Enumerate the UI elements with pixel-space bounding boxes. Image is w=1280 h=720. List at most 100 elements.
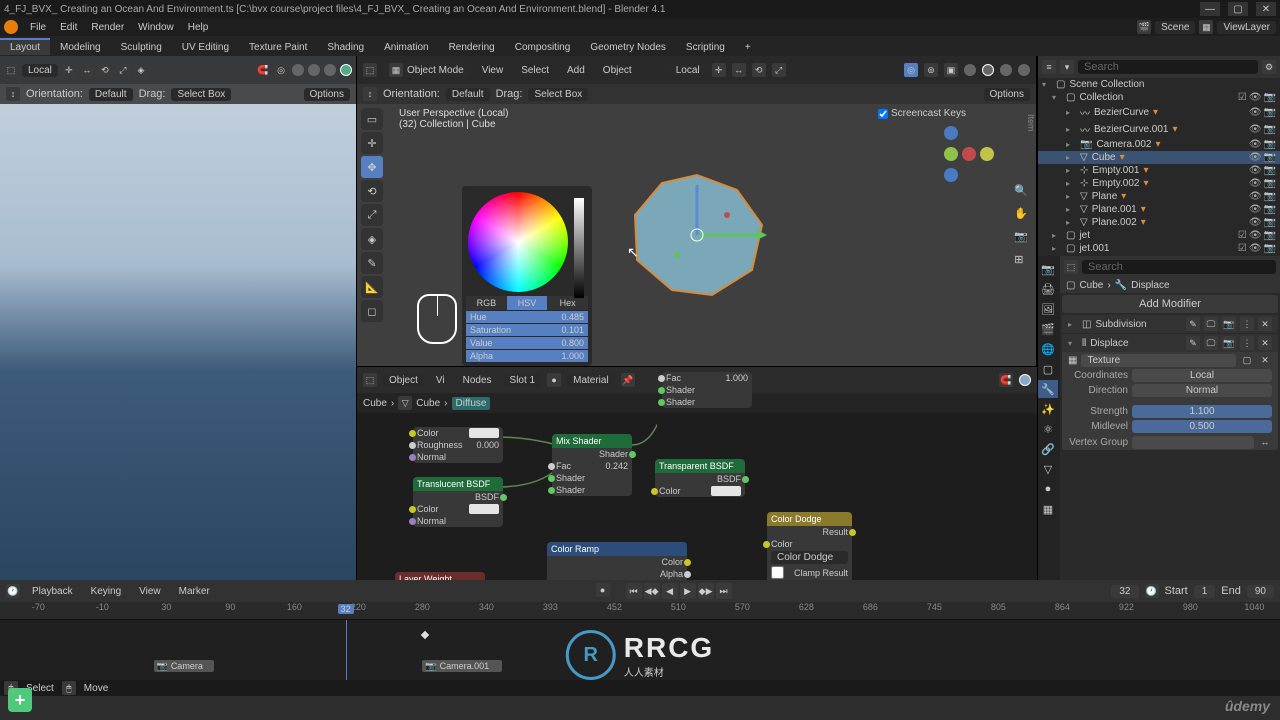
jump-start[interactable]: ⏮ bbox=[626, 583, 642, 599]
outliner-item[interactable]: ▸▽Plane.002▾👁📷 bbox=[1038, 216, 1280, 229]
vp-select[interactable]: Select bbox=[515, 63, 555, 78]
bc-cube[interactable]: Cube bbox=[363, 398, 387, 409]
menu-window[interactable]: Window bbox=[132, 20, 180, 35]
viewlayer-dropdown[interactable]: ViewLayer bbox=[1217, 21, 1276, 34]
outliner-item[interactable]: ▸📷Camera.002▾👁📷 bbox=[1038, 138, 1280, 151]
current-frame[interactable]: 32 bbox=[1111, 585, 1138, 598]
ptab-physics[interactable]: ⚛ bbox=[1038, 420, 1058, 438]
add-modifier-button[interactable]: Add Modifier bbox=[1062, 295, 1278, 313]
mod-close-icon[interactable]: ✕ bbox=[1258, 317, 1272, 331]
vp-gizmo-icon[interactable]: ↕ bbox=[363, 87, 377, 101]
ws-geonodes[interactable]: Geometry Nodes bbox=[580, 38, 676, 55]
ptab-constraint[interactable]: 🔗 bbox=[1038, 440, 1058, 458]
marker-camera[interactable]: 📷Camera bbox=[154, 660, 214, 672]
tab-hsv[interactable]: HSV bbox=[507, 296, 548, 310]
tl-keying[interactable]: Keying bbox=[85, 584, 128, 599]
vp-options[interactable]: Options bbox=[984, 88, 1030, 101]
tl-view[interactable]: View bbox=[133, 584, 167, 599]
tl-marker[interactable]: Marker bbox=[173, 584, 216, 599]
ne-nodes[interactable]: Nodes bbox=[457, 373, 498, 388]
prop-edit-icon[interactable]: ◎ bbox=[274, 63, 288, 77]
vp-add[interactable]: Add bbox=[561, 63, 591, 78]
filter-icon[interactable]: ⚙ bbox=[1262, 60, 1276, 74]
mix2-fac-val[interactable]: 1.000 bbox=[725, 373, 748, 383]
jump-end[interactable]: ⏭ bbox=[716, 583, 732, 599]
vp-shade-wire[interactable] bbox=[964, 64, 976, 76]
menu-file[interactable]: File bbox=[24, 20, 52, 35]
options-dropdown[interactable]: Options bbox=[304, 88, 350, 101]
translucent-swatch[interactable] bbox=[469, 504, 499, 514]
ne-object[interactable]: Object bbox=[383, 374, 424, 387]
mod-close-icon2[interactable]: ✕ bbox=[1258, 336, 1272, 350]
tool-transform[interactable]: ◈ bbox=[361, 228, 383, 250]
nav-gizmo[interactable] bbox=[942, 124, 996, 187]
mod-edit-icon[interactable]: ✎ bbox=[1186, 317, 1200, 331]
mod-realtime-icon[interactable]: 🖵 bbox=[1204, 317, 1218, 331]
mod-menu-icon2[interactable]: ⋮ bbox=[1240, 336, 1254, 350]
vp-shade-render[interactable] bbox=[1018, 64, 1030, 76]
node-editor[interactable]: ⬚ Object Vi Nodes Slot 1 ● Material 📌 🧲 … bbox=[357, 366, 1037, 580]
node-diffuse[interactable]: Color Roughness0.000 Normal bbox=[413, 427, 503, 463]
rotate-icon[interactable]: ⟲ bbox=[98, 63, 112, 77]
n-panel-tabs[interactable]: Item bbox=[1026, 114, 1036, 132]
outliner-search[interactable]: Search bbox=[1078, 60, 1258, 74]
mod-subdivision-header[interactable]: ▸◫ Subdivision ✎ 🖵 📷 ⋮ ✕ bbox=[1062, 315, 1278, 333]
alpha-row[interactable]: Alpha1.000 bbox=[466, 350, 588, 362]
left-viewport[interactable]: ⬚ Local ✛ ↔ ⟲ ⤢ ◈ 🧲 ◎ ↕ Orientation: Def… bbox=[0, 56, 357, 580]
ws-rendering[interactable]: Rendering bbox=[439, 38, 505, 55]
coords-value[interactable]: Local bbox=[1132, 369, 1272, 382]
prop-search[interactable]: Search bbox=[1082, 260, 1276, 274]
ptab-object[interactable]: ▢ bbox=[1038, 360, 1058, 378]
snap-icon[interactable]: 🧲 bbox=[256, 63, 270, 77]
outliner-display-icon[interactable]: ▾ bbox=[1060, 60, 1074, 74]
vp-scale-icon[interactable]: ⤢ bbox=[772, 63, 786, 77]
transform-icon[interactable]: ◈ bbox=[134, 63, 148, 77]
window-minimize[interactable]: — bbox=[1200, 2, 1220, 16]
outliner-item[interactable]: ▸▽Plane▾👁📷 bbox=[1038, 190, 1280, 203]
zoom-icon[interactable]: 🔍 bbox=[1014, 184, 1028, 197]
tool-annotate[interactable]: ✎ bbox=[361, 252, 383, 274]
cd-mode[interactable]: Color Dodge bbox=[771, 551, 848, 564]
ws-compositing[interactable]: Compositing bbox=[505, 38, 581, 55]
vgroup-value[interactable]: ⠀ bbox=[1132, 436, 1254, 449]
timeline-tracks[interactable]: 32 📷Camera 📷Camera.001 bbox=[0, 620, 1280, 680]
ptab-render[interactable]: 📷 bbox=[1038, 260, 1058, 278]
keyframe-next[interactable]: ◆▶ bbox=[698, 583, 714, 599]
xray-icon[interactable]: ▣ bbox=[944, 63, 958, 77]
ws-animation[interactable]: Animation bbox=[374, 38, 438, 55]
keyframe-prev[interactable]: ◀◆ bbox=[644, 583, 660, 599]
screencast-checkbox[interactable] bbox=[878, 109, 888, 119]
node-colorramp[interactable]: Color Ramp Color Alpha +−RGBB-Spline bbox=[547, 542, 687, 580]
editor-type-icon[interactable]: ⬚ bbox=[4, 63, 18, 77]
color-picker[interactable]: ↖ RGB HSV Hex Hue0.485 Saturation0.101 V… bbox=[462, 186, 592, 366]
tool-cursor[interactable]: ✛ bbox=[361, 132, 383, 154]
out-jet001[interactable]: ▸▢jet.001☑👁📷 bbox=[1038, 242, 1280, 255]
ws-layout[interactable]: Layout bbox=[0, 38, 50, 55]
ptab-view[interactable]: 🖼 bbox=[1038, 300, 1058, 318]
autokey-icon[interactable]: ● bbox=[596, 583, 610, 597]
sat-row[interactable]: Saturation0.101 bbox=[466, 324, 588, 336]
outliner-type-icon[interactable]: ≡ bbox=[1042, 60, 1056, 74]
out-scene-collection[interactable]: ▾▢Scene Collection bbox=[1038, 78, 1280, 91]
overlay-icon[interactable]: ⊚ bbox=[924, 63, 938, 77]
vp-view[interactable]: View bbox=[476, 63, 510, 78]
mod-menu-icon[interactable]: ⋮ bbox=[1240, 317, 1254, 331]
material-icon[interactable]: ● bbox=[547, 373, 561, 387]
shade-render-icon[interactable] bbox=[340, 64, 352, 76]
vp-orient-val[interactable]: Default bbox=[446, 88, 490, 101]
node-layerweight[interactable]: Layer Weight Fresnel bbox=[395, 572, 485, 580]
node-mix2[interactable]: Fac1.000 Shader Shader bbox=[662, 372, 752, 408]
node-mix[interactable]: Mix Shader Shader Fac0.242 Shader Shader bbox=[552, 434, 632, 496]
scale-icon[interactable]: ⤢ bbox=[116, 63, 130, 77]
screencast-toggle[interactable]: Screencast Keys bbox=[878, 108, 966, 119]
strength-value[interactable]: 1.100 bbox=[1132, 405, 1272, 418]
diffuse-rough-val[interactable]: 0.000 bbox=[476, 440, 499, 450]
ne-type-icon[interactable]: ⬚ bbox=[363, 373, 377, 387]
tab-rgb[interactable]: RGB bbox=[466, 296, 507, 310]
space-local[interactable]: Local bbox=[22, 64, 58, 77]
outliner-item[interactable]: ▸〰BezierCurve▾👁📷 bbox=[1038, 104, 1280, 121]
out-collection[interactable]: ▾▢Collection☑👁📷 bbox=[1038, 91, 1280, 104]
move-icon[interactable]: ↔ bbox=[80, 63, 94, 77]
menu-edit[interactable]: Edit bbox=[54, 20, 83, 35]
tex-new-icon[interactable]: ▢ bbox=[1240, 353, 1254, 367]
